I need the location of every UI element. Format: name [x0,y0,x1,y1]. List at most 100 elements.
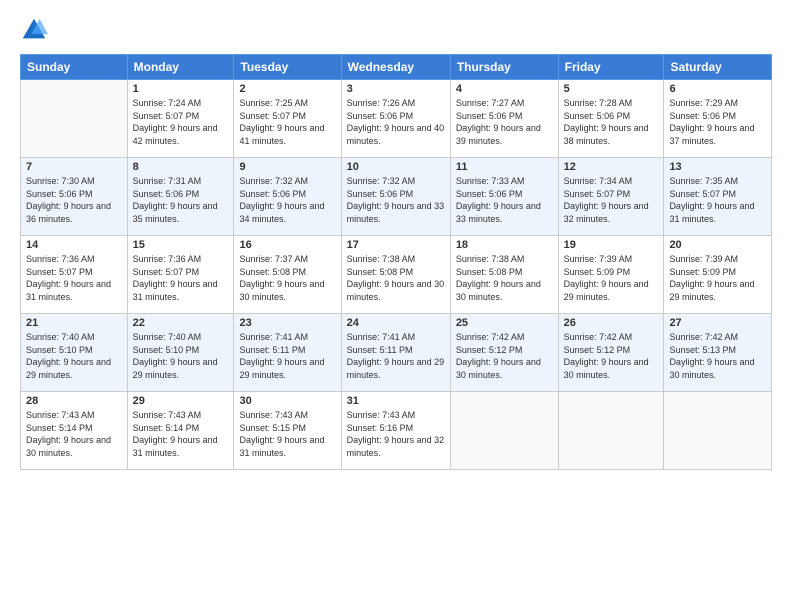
day-number: 31 [347,395,445,407]
calendar-day-cell [21,80,128,158]
day-info: Sunrise: 7:35 AMSunset: 5:07 PMDaylight:… [669,175,766,225]
calendar-day-cell: 7 Sunrise: 7:30 AMSunset: 5:06 PMDaylight… [21,158,128,236]
calendar-day-cell: 26 Sunrise: 7:42 AMSunset: 5:12 PMDayligh… [558,314,664,392]
calendar-day-cell: 1Sunrise: 7:24 AMSunset: 5:07 PMDaylight… [127,80,234,158]
calendar-day-cell [450,392,558,470]
header [20,16,772,44]
day-number: 27 [669,317,766,329]
calendar-day-cell: 4 Sunrise: 7:27 AMSunset: 5:06 PMDaylight… [450,80,558,158]
calendar-day-cell: 2 Sunrise: 7:25 AMSunset: 5:07 PMDaylight… [234,80,341,158]
day-header-monday: Monday [127,55,234,80]
day-number: 14 [26,239,122,251]
calendar-day-cell: 15Sunrise: 7:36 AMSunset: 5:07 PMDayligh… [127,236,234,314]
day-info: Sunrise: 7:40 AMSunset: 5:10 PMDaylight:… [133,331,229,381]
day-number: 18 [456,239,553,251]
calendar-day-cell: 30 Sunrise: 7:43 AMSunset: 5:15 PMDayligh… [234,392,341,470]
calendar-day-cell: 28 Sunrise: 7:43 AMSunset: 5:14 PMDayligh… [21,392,128,470]
day-info: Sunrise: 7:32 AMSunset: 5:06 PMDaylight:… [347,175,445,225]
day-number: 17 [347,239,445,251]
calendar-day-cell: 18 Sunrise: 7:38 AMSunset: 5:08 PMDayligh… [450,236,558,314]
day-number: 20 [669,239,766,251]
calendar-day-cell: 31 Sunrise: 7:43 AMSunset: 5:16 PMDayligh… [341,392,450,470]
day-info: Sunrise: 7:43 AMSunset: 5:14 PMDaylight:… [26,409,122,459]
day-info: Sunrise: 7:30 AMSunset: 5:06 PMDaylight:… [26,175,122,225]
calendar-day-cell: 17 Sunrise: 7:38 AMSunset: 5:08 PMDayligh… [341,236,450,314]
day-info: Sunrise: 7:38 AMSunset: 5:08 PMDaylight:… [456,253,553,303]
day-info: Sunrise: 7:43 AMSunset: 5:15 PMDaylight:… [239,409,335,459]
calendar-day-cell: 10 Sunrise: 7:32 AMSunset: 5:06 PMDayligh… [341,158,450,236]
day-number: 30 [239,395,335,407]
day-number: 19 [564,239,659,251]
calendar-day-cell [558,392,664,470]
calendar-day-cell: 12 Sunrise: 7:34 AMSunset: 5:07 PMDayligh… [558,158,664,236]
logo-icon [20,16,48,44]
day-info: Sunrise: 7:41 AMSunset: 5:11 PMDaylight:… [347,331,445,381]
calendar-week-row: 7 Sunrise: 7:30 AMSunset: 5:06 PMDaylight… [21,158,772,236]
day-number: 24 [347,317,445,329]
calendar-week-row: 1Sunrise: 7:24 AMSunset: 5:07 PMDaylight… [21,80,772,158]
calendar-day-cell: 6Sunrise: 7:29 AMSunset: 5:06 PMDaylight… [664,80,772,158]
calendar-day-cell: 27Sunrise: 7:42 AMSunset: 5:13 PMDayligh… [664,314,772,392]
page: SundayMondayTuesdayWednesdayThursdayFrid… [0,0,792,612]
day-info: Sunrise: 7:31 AMSunset: 5:06 PMDaylight:… [133,175,229,225]
calendar-day-cell: 22 Sunrise: 7:40 AMSunset: 5:10 PMDayligh… [127,314,234,392]
calendar-day-cell: 21Sunrise: 7:40 AMSunset: 5:10 PMDayligh… [21,314,128,392]
day-number: 3 [347,83,445,95]
calendar-day-cell: 13 Sunrise: 7:35 AMSunset: 5:07 PMDayligh… [664,158,772,236]
day-info: Sunrise: 7:27 AMSunset: 5:06 PMDaylight:… [456,97,553,147]
calendar-day-cell: 16Sunrise: 7:37 AMSunset: 5:08 PMDayligh… [234,236,341,314]
day-info: Sunrise: 7:43 AMSunset: 5:14 PMDaylight:… [133,409,229,459]
day-info: Sunrise: 7:36 AMSunset: 5:07 PMDaylight:… [26,253,122,303]
day-number: 22 [133,317,229,329]
day-info: Sunrise: 7:24 AMSunset: 5:07 PMDaylight:… [133,97,229,147]
day-number: 28 [26,395,122,407]
calendar-day-cell: 8 Sunrise: 7:31 AMSunset: 5:06 PMDaylight… [127,158,234,236]
day-info: Sunrise: 7:42 AMSunset: 5:12 PMDaylight:… [456,331,553,381]
day-header-friday: Friday [558,55,664,80]
day-header-saturday: Saturday [664,55,772,80]
calendar-day-cell: 29 Sunrise: 7:43 AMSunset: 5:14 PMDayligh… [127,392,234,470]
calendar-day-cell [664,392,772,470]
day-number: 12 [564,161,659,173]
day-number: 7 [26,161,122,173]
calendar-day-cell: 20 Sunrise: 7:39 AMSunset: 5:09 PMDayligh… [664,236,772,314]
day-number: 29 [133,395,229,407]
calendar-day-cell: 9Sunrise: 7:32 AMSunset: 5:06 PMDaylight… [234,158,341,236]
day-header-thursday: Thursday [450,55,558,80]
calendar-week-row: 21Sunrise: 7:40 AMSunset: 5:10 PMDayligh… [21,314,772,392]
calendar-day-cell: 24 Sunrise: 7:41 AMSunset: 5:11 PMDayligh… [341,314,450,392]
day-info: Sunrise: 7:39 AMSunset: 5:09 PMDaylight:… [669,253,766,303]
calendar-week-row: 14 Sunrise: 7:36 AMSunset: 5:07 PMDayligh… [21,236,772,314]
day-info: Sunrise: 7:37 AMSunset: 5:08 PMDaylight:… [239,253,335,303]
day-info: Sunrise: 7:25 AMSunset: 5:07 PMDaylight:… [239,97,335,147]
calendar-table: SundayMondayTuesdayWednesdayThursdayFrid… [20,54,772,470]
day-number: 8 [133,161,229,173]
logo [20,16,52,44]
calendar-day-cell: 19 Sunrise: 7:39 AMSunset: 5:09 PMDayligh… [558,236,664,314]
calendar-day-cell: 25 Sunrise: 7:42 AMSunset: 5:12 PMDayligh… [450,314,558,392]
day-header-tuesday: Tuesday [234,55,341,80]
calendar-week-row: 28 Sunrise: 7:43 AMSunset: 5:14 PMDayligh… [21,392,772,470]
day-info: Sunrise: 7:39 AMSunset: 5:09 PMDaylight:… [564,253,659,303]
day-number: 10 [347,161,445,173]
day-number: 4 [456,83,553,95]
day-info: Sunrise: 7:32 AMSunset: 5:06 PMDaylight:… [239,175,335,225]
day-number: 2 [239,83,335,95]
day-info: Sunrise: 7:43 AMSunset: 5:16 PMDaylight:… [347,409,445,459]
calendar-day-cell: 14 Sunrise: 7:36 AMSunset: 5:07 PMDayligh… [21,236,128,314]
day-number: 26 [564,317,659,329]
day-info: Sunrise: 7:34 AMSunset: 5:07 PMDaylight:… [564,175,659,225]
day-number: 23 [239,317,335,329]
day-number: 25 [456,317,553,329]
day-number: 6 [669,83,766,95]
day-number: 11 [456,161,553,173]
day-info: Sunrise: 7:38 AMSunset: 5:08 PMDaylight:… [347,253,445,303]
day-number: 5 [564,83,659,95]
day-number: 13 [669,161,766,173]
calendar-day-cell: 3Sunrise: 7:26 AMSunset: 5:06 PMDaylight… [341,80,450,158]
day-info: Sunrise: 7:42 AMSunset: 5:12 PMDaylight:… [564,331,659,381]
calendar-header-row: SundayMondayTuesdayWednesdayThursdayFrid… [21,55,772,80]
day-number: 15 [133,239,229,251]
calendar-day-cell: 23Sunrise: 7:41 AMSunset: 5:11 PMDayligh… [234,314,341,392]
day-info: Sunrise: 7:28 AMSunset: 5:06 PMDaylight:… [564,97,659,147]
